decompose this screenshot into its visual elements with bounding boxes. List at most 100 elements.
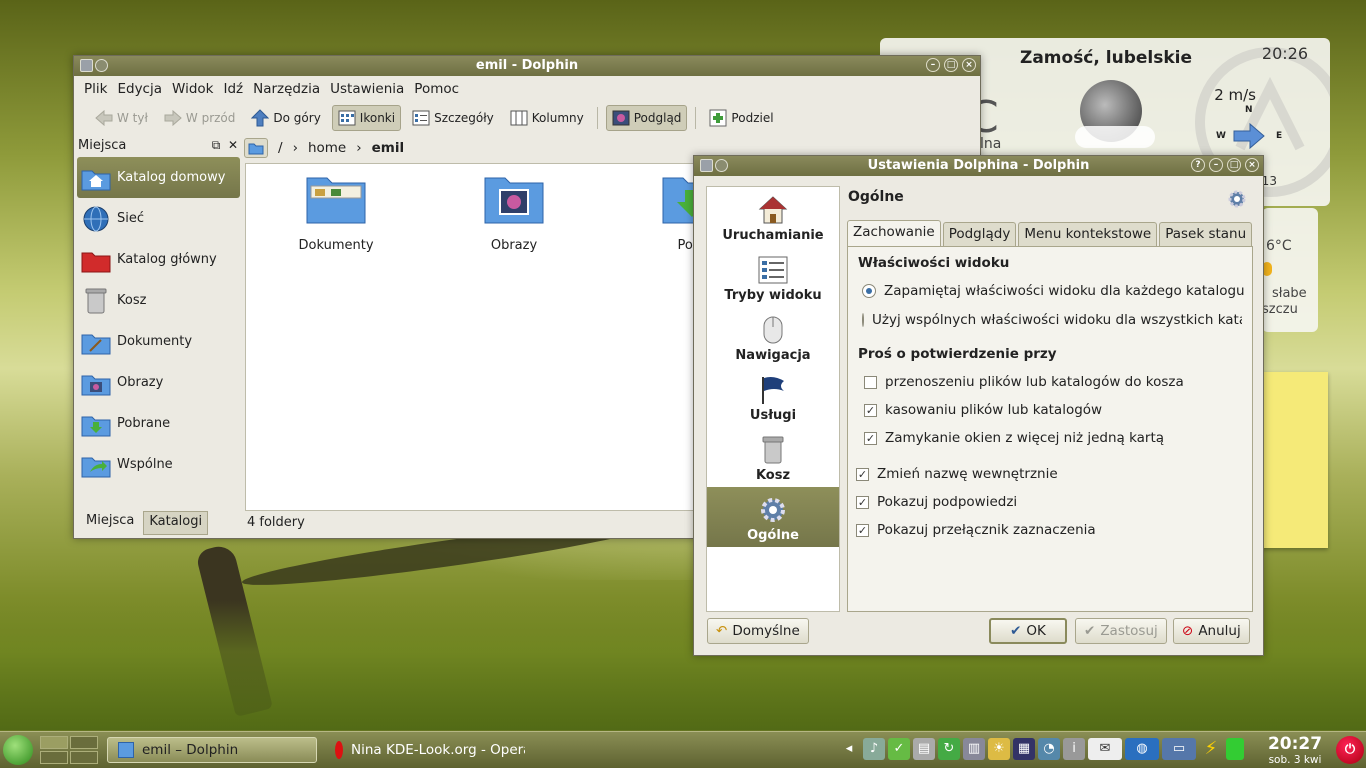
- icons-view-button[interactable]: Ikonki: [331, 105, 402, 131]
- folder-item[interactable]: Obrazy: [454, 172, 574, 253]
- menu-narzedzia[interactable]: Narzędzia: [253, 81, 320, 97]
- category-general[interactable]: Ogólne: [707, 487, 839, 547]
- desktop-4[interactable]: [70, 751, 98, 764]
- settings-dialog[interactable]: Ustawienia Dolphina - Dolphin ? – □ × Ur…: [693, 155, 1264, 656]
- weather-tray-icon[interactable]: ☀: [988, 738, 1010, 760]
- check-show-tooltips[interactable]: ✓ Pokazuj podpowiedzi: [856, 494, 1017, 510]
- checkbox[interactable]: ✓: [856, 495, 869, 509]
- checkbox[interactable]: ✓: [856, 523, 869, 537]
- kde-menu-icon[interactable]: [3, 735, 33, 765]
- check-confirm-trash[interactable]: przenoszeniu plików lub katalogów do kos…: [864, 374, 1184, 390]
- checkbox[interactable]: ✓: [864, 403, 877, 417]
- breadcrumb-root[interactable]: /: [278, 140, 283, 156]
- breadcrumb-home-button[interactable]: [244, 138, 268, 158]
- check-show-selection-toggle[interactable]: ✓ Pokazuj przełącznik zaznaczenia: [856, 522, 1096, 538]
- tab-status-bar[interactable]: Pasek stanu: [1159, 222, 1253, 246]
- close-button[interactable]: ×: [962, 58, 976, 72]
- radio-common-properties[interactable]: Użyj wspólnych właściwości widoku dla ws…: [862, 312, 1242, 328]
- window-menu-icon[interactable]: [80, 59, 93, 72]
- preview-button[interactable]: Podgląd: [605, 105, 688, 131]
- klipper-icon[interactable]: ✓: [888, 738, 910, 760]
- dolphin-titlebar[interactable]: emil - Dolphin – □ ×: [74, 56, 980, 76]
- place-downloads[interactable]: Pobrane: [77, 403, 240, 444]
- category-trash[interactable]: Kosz: [707, 427, 839, 487]
- update-icon[interactable]: ↻: [938, 738, 960, 760]
- category-navigation[interactable]: Nawigacja: [707, 307, 839, 367]
- menu-widok[interactable]: Widok: [172, 81, 213, 97]
- place-pictures[interactable]: Obrazy: [77, 362, 240, 403]
- category-startup[interactable]: Uruchamianie: [707, 187, 839, 247]
- checkbox[interactable]: [864, 375, 877, 389]
- radio-button[interactable]: [862, 313, 864, 327]
- display-icon[interactable]: ▭: [1162, 738, 1196, 760]
- settings-titlebar[interactable]: Ustawienia Dolphina - Dolphin ? – □ ×: [694, 156, 1263, 176]
- tab-folders[interactable]: Katalogi: [143, 511, 209, 535]
- calculator-icon[interactable]: ▦: [1013, 738, 1035, 760]
- up-button[interactable]: Do góry: [246, 105, 325, 131]
- place-root[interactable]: Katalog główny: [77, 239, 240, 280]
- forward-button[interactable]: W przód: [159, 105, 241, 131]
- window-menu-icon[interactable]: [700, 159, 713, 172]
- task-opera[interactable]: Nina KDE-Look.org - Opera: [325, 737, 525, 763]
- task-dolphin[interactable]: emil – Dolphin: [107, 737, 317, 763]
- globe-icon[interactable]: ◍: [1125, 738, 1159, 760]
- checkbox[interactable]: ✓: [864, 431, 877, 445]
- pin-icon[interactable]: [95, 59, 108, 72]
- place-documents[interactable]: Dokumenty: [77, 321, 240, 362]
- maximize-button[interactable]: □: [944, 58, 958, 72]
- tray-expand-icon[interactable]: ◂: [838, 738, 860, 760]
- tab-context-menu[interactable]: Menu kontekstowe: [1018, 222, 1158, 246]
- check-confirm-delete[interactable]: ✓ kasowaniu plików lub katalogów: [864, 402, 1102, 418]
- place-network[interactable]: Sieć: [77, 198, 240, 239]
- back-button[interactable]: W tył: [90, 105, 153, 131]
- close-button[interactable]: ×: [1245, 158, 1259, 172]
- breadcrumb-current[interactable]: emil: [372, 140, 404, 156]
- place-trash[interactable]: Kosz: [77, 280, 240, 321]
- menu-idz[interactable]: Idź: [223, 81, 243, 97]
- sticky-note[interactable]: [1262, 372, 1328, 548]
- details-view-button[interactable]: Szczegóły: [407, 105, 499, 131]
- apply-button[interactable]: ✔ Zastosuj: [1075, 618, 1167, 644]
- help-button[interactable]: ?: [1191, 158, 1205, 172]
- menu-ustawienia[interactable]: Ustawienia: [330, 81, 404, 97]
- logout-icon[interactable]: ⏻: [1336, 736, 1364, 764]
- radio-button[interactable]: [862, 284, 876, 298]
- category-view-modes[interactable]: Tryby widoku: [707, 247, 839, 307]
- tab-places[interactable]: Miejsca: [81, 511, 139, 535]
- detach-icon[interactable]: ⧉: [212, 138, 221, 152]
- ok-button[interactable]: ✔ OK: [989, 618, 1067, 644]
- check-rename-inline[interactable]: ✓ Zmień nazwę wewnętrznie: [856, 466, 1058, 482]
- close-panel-icon[interactable]: ✕: [228, 138, 238, 152]
- power-icon[interactable]: ⚡: [1199, 738, 1223, 760]
- check-confirm-close-tabs[interactable]: ✓ Zamykanie okien z więcej niż jedną kar…: [864, 430, 1164, 446]
- mail-icon[interactable]: ✉: [1088, 738, 1122, 760]
- place-home[interactable]: Katalog domowy: [77, 157, 240, 198]
- clock[interactable]: 20:27 sob. 3 kwi: [1262, 734, 1328, 766]
- minimize-button[interactable]: –: [926, 58, 940, 72]
- folder-item[interactable]: Dokumenty: [276, 172, 396, 253]
- pin-icon[interactable]: [715, 159, 728, 172]
- menu-edycja[interactable]: Edycja: [117, 81, 162, 97]
- radio-remember-per-folder[interactable]: Zapamiętaj właściwości widoku dla każdeg…: [862, 283, 1245, 299]
- minimize-button[interactable]: –: [1209, 158, 1223, 172]
- maximize-button[interactable]: □: [1227, 158, 1241, 172]
- split-button[interactable]: Podziel: [704, 105, 778, 131]
- desktop-pager[interactable]: [40, 736, 98, 764]
- tab-previews[interactable]: Podglądy: [942, 222, 1017, 246]
- weather-forecast-widget[interactable]: 6°C słabe szczu: [1262, 208, 1318, 332]
- clipboard-icon[interactable]: ▤: [913, 738, 935, 760]
- gauge-icon[interactable]: ◔: [1038, 738, 1060, 760]
- place-shared[interactable]: Wspólne: [77, 444, 240, 485]
- checkbox[interactable]: ✓: [856, 467, 869, 481]
- category-services[interactable]: Usługi: [707, 367, 839, 427]
- network-icon[interactable]: ▥: [963, 738, 985, 760]
- info-icon[interactable]: i: [1063, 738, 1085, 760]
- tab-behavior[interactable]: Zachowanie: [847, 220, 941, 246]
- breadcrumb-home[interactable]: home: [308, 140, 346, 156]
- volume-icon[interactable]: ♪: [863, 738, 885, 760]
- battery-icon[interactable]: [1226, 738, 1244, 760]
- defaults-button[interactable]: ↶ Domyślne: [707, 618, 809, 644]
- menu-pomoc[interactable]: Pomoc: [414, 81, 459, 97]
- desktop-2[interactable]: [70, 736, 98, 749]
- desktop-3[interactable]: [40, 751, 68, 764]
